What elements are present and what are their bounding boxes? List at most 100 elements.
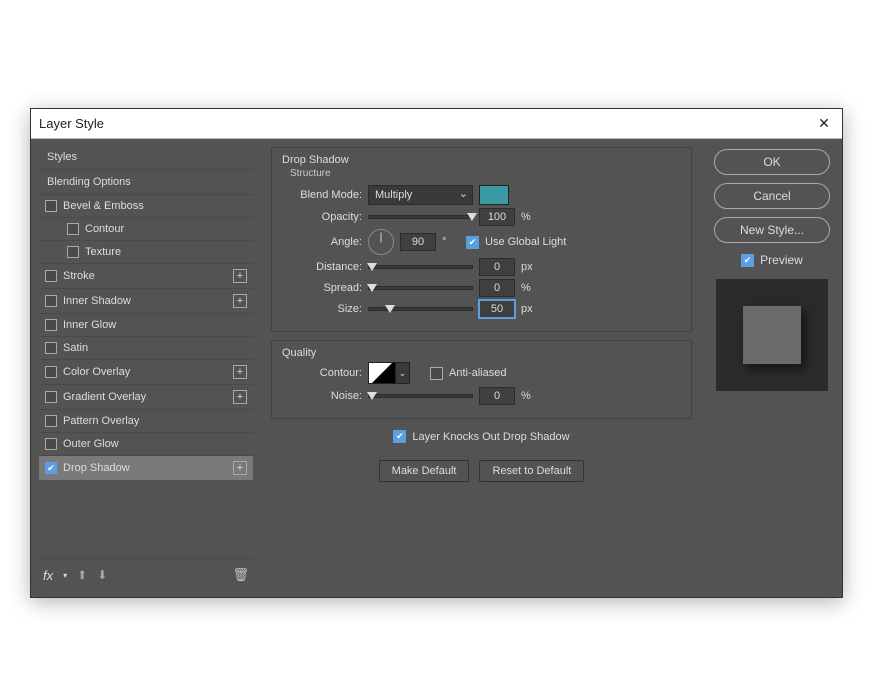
cancel-button[interactable]: Cancel xyxy=(714,183,830,209)
preview-toggle[interactable]: ✔ Preview xyxy=(741,253,803,267)
blending-options-header[interactable]: Blending Options xyxy=(39,169,253,194)
trash-icon[interactable]: 🗑 xyxy=(232,567,249,583)
distance-input[interactable]: 0 xyxy=(479,258,515,276)
knockout-checkbox[interactable]: ✔ xyxy=(393,430,406,443)
dialog-body: Styles Blending Options Bevel & Emboss C… xyxy=(31,139,842,597)
opacity-input[interactable]: 100 xyxy=(479,208,515,226)
sidebar-item-drop-shadow[interactable]: ✔ Drop Shadow + xyxy=(39,455,253,480)
size-input[interactable]: 50 xyxy=(479,300,515,318)
checkbox-icon[interactable] xyxy=(45,270,57,282)
plus-icon[interactable]: + xyxy=(233,294,247,308)
contour-label: Contour: xyxy=(282,367,362,379)
preview-swatch xyxy=(743,306,801,364)
opacity-slider[interactable] xyxy=(368,215,473,219)
default-buttons-row: Make Default Reset to Default xyxy=(271,460,692,482)
size-slider[interactable] xyxy=(368,307,473,311)
arrow-up-icon[interactable]: ⬆ xyxy=(77,568,87,582)
sidebar-item-texture[interactable]: Texture xyxy=(39,240,253,263)
checkbox-icon[interactable] xyxy=(45,319,57,331)
sidebar-footer: fx ▾ ⬆ ⬇ 🗑 xyxy=(39,558,253,591)
blend-mode-label: Blend Mode: xyxy=(282,189,362,201)
section-title: Drop Shadow xyxy=(282,154,681,166)
spread-label: Spread: xyxy=(282,282,362,294)
preview-panel xyxy=(716,279,828,391)
use-global-light-checkbox[interactable]: ✔ xyxy=(466,236,479,249)
noise-input[interactable]: 0 xyxy=(479,387,515,405)
plus-icon[interactable]: + xyxy=(233,390,247,404)
sidebar-item-inner-shadow[interactable]: Inner Shadow + xyxy=(39,288,253,313)
structure-group: Drop Shadow Structure Blend Mode: Multip… xyxy=(271,147,692,332)
plus-icon[interactable]: + xyxy=(233,365,247,379)
sidebar-item-label: Pattern Overlay xyxy=(63,415,247,427)
checkbox-icon[interactable] xyxy=(67,223,79,235)
quality-group: Quality Contour: ⌄ Anti-aliased Noise: 0 xyxy=(271,340,692,419)
sidebar-item-label: Stroke xyxy=(63,270,227,282)
use-global-light-label: Use Global Light xyxy=(485,236,566,248)
new-style-button[interactable]: New Style... xyxy=(714,217,830,243)
sidebar-item-label: Outer Glow xyxy=(63,438,247,450)
sidebar-item-label: Inner Glow xyxy=(63,319,247,331)
styles-header[interactable]: Styles xyxy=(39,145,253,169)
chevron-down-icon[interactable]: ▾ xyxy=(63,571,67,580)
reset-default-button[interactable]: Reset to Default xyxy=(479,460,584,482)
sidebar-item-color-overlay[interactable]: Color Overlay + xyxy=(39,359,253,384)
contour-picker[interactable] xyxy=(368,362,396,384)
distance-slider[interactable] xyxy=(368,265,473,269)
checkbox-icon[interactable] xyxy=(45,415,57,427)
opacity-label: Opacity: xyxy=(282,211,362,223)
plus-icon[interactable]: + xyxy=(233,269,247,283)
spread-unit: % xyxy=(521,282,539,294)
chevron-down-icon[interactable]: ⌄ xyxy=(396,362,410,384)
checkbox-icon[interactable] xyxy=(45,366,57,378)
distance-unit: px xyxy=(521,261,539,273)
spread-input[interactable]: 0 xyxy=(479,279,515,297)
checkbox-icon[interactable] xyxy=(45,391,57,403)
anti-aliased-checkbox[interactable] xyxy=(430,367,443,380)
noise-row: Noise: 0 % xyxy=(282,387,681,405)
checkbox-icon[interactable] xyxy=(45,200,57,212)
anti-aliased-label: Anti-aliased xyxy=(449,367,506,379)
sidebar-item-gradient-overlay[interactable]: Gradient Overlay + xyxy=(39,384,253,409)
spread-slider[interactable] xyxy=(368,286,473,290)
contour-row: Contour: ⌄ Anti-aliased xyxy=(282,362,681,384)
angle-row: Angle: 90 ° ✔ Use Global Light xyxy=(282,229,681,255)
layer-style-dialog: Layer Style ✕ Styles Blending Options Be… xyxy=(30,108,843,598)
sidebar-item-inner-glow[interactable]: Inner Glow xyxy=(39,313,253,336)
arrow-down-icon[interactable]: ⬇ xyxy=(97,568,107,582)
knockout-label: Layer Knocks Out Drop Shadow xyxy=(412,431,569,443)
size-label: Size: xyxy=(282,303,362,315)
sidebar-item-bevel-emboss[interactable]: Bevel & Emboss xyxy=(39,194,253,217)
checkbox-icon[interactable] xyxy=(45,342,57,354)
noise-slider[interactable] xyxy=(368,394,473,398)
right-column: OK Cancel New Style... ✔ Preview xyxy=(702,139,842,597)
opacity-row: Opacity: 100 % xyxy=(282,208,681,226)
sidebar-item-label: Texture xyxy=(85,246,247,258)
checkbox-icon[interactable]: ✔ xyxy=(45,462,57,474)
sidebar-item-outer-glow[interactable]: Outer Glow xyxy=(39,432,253,455)
ok-button[interactable]: OK xyxy=(714,149,830,175)
angle-input[interactable]: 90 xyxy=(400,233,436,251)
plus-icon[interactable]: + xyxy=(233,461,247,475)
sidebar-item-label: Gradient Overlay xyxy=(63,391,227,403)
make-default-button[interactable]: Make Default xyxy=(379,460,470,482)
blend-mode-select[interactable]: Multiply xyxy=(368,185,473,205)
checkbox-icon[interactable] xyxy=(67,246,79,258)
sidebar-item-label: Color Overlay xyxy=(63,366,227,378)
sidebar-item-stroke[interactable]: Stroke + xyxy=(39,263,253,288)
sidebar-item-label: Bevel & Emboss xyxy=(63,200,247,212)
preview-checkbox[interactable]: ✔ xyxy=(741,254,754,267)
angle-dial[interactable] xyxy=(368,229,394,255)
checkbox-icon[interactable] xyxy=(45,438,57,450)
knockout-row: ✔ Layer Knocks Out Drop Shadow xyxy=(271,430,692,443)
fx-icon[interactable]: fx xyxy=(43,568,53,583)
close-icon[interactable]: ✕ xyxy=(814,114,834,134)
structure-label: Structure xyxy=(290,168,681,179)
sidebar-item-satin[interactable]: Satin xyxy=(39,336,253,359)
distance-label: Distance: xyxy=(282,261,362,273)
sidebar-item-label: Satin xyxy=(63,342,247,354)
shadow-color-swatch[interactable] xyxy=(479,185,509,205)
sidebar-item-contour[interactable]: Contour xyxy=(39,217,253,240)
checkbox-icon[interactable] xyxy=(45,295,57,307)
sidebar-item-pattern-overlay[interactable]: Pattern Overlay xyxy=(39,409,253,432)
distance-row: Distance: 0 px xyxy=(282,258,681,276)
